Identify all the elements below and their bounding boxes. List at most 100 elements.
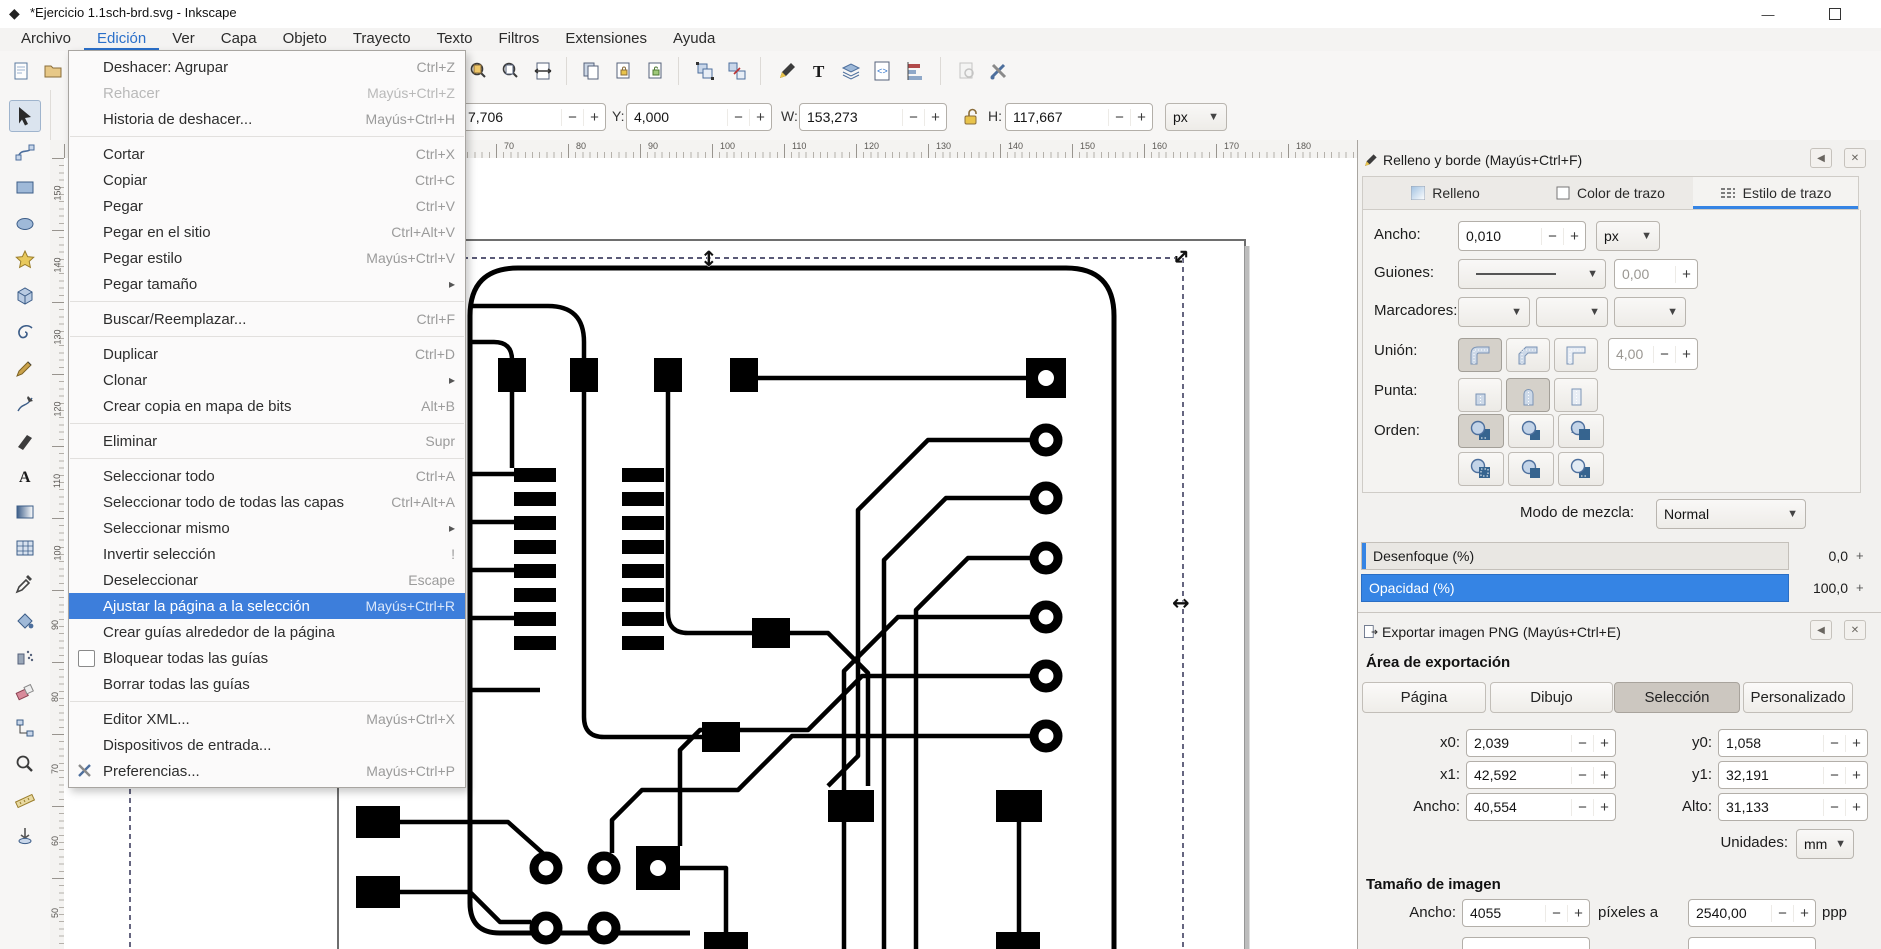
dpi-value[interactable]: 2540,00 [1689, 905, 1771, 921]
blend-mode-dropdown[interactable]: Normal▼ [1656, 499, 1806, 529]
increment-button[interactable]: + [1563, 228, 1585, 245]
zoom-drawing-icon[interactable] [464, 57, 494, 85]
menu-item-eliminar[interactable]: EliminarSupr [69, 428, 465, 454]
zoom-page-width-icon[interactable] [528, 57, 558, 85]
export-width-value[interactable]: 40,554 [1467, 799, 1571, 815]
menu-item-crear-guias-pagina[interactable]: Crear guías alrededor de la página [69, 619, 465, 645]
gradient-icon[interactable] [9, 496, 41, 528]
menu-item-deshacer[interactable]: Deshacer: AgruparCtrl+Z [69, 54, 465, 80]
increment-button[interactable]: + [1675, 266, 1697, 283]
decrement-button[interactable]: − [1108, 109, 1130, 126]
dropper-icon[interactable] [9, 568, 41, 600]
units-dropdown[interactable]: px▼ [1165, 103, 1227, 131]
y1-value[interactable]: 32,191 [1719, 767, 1823, 783]
export-tab-seleccion[interactable]: Selección [1614, 682, 1740, 713]
cap-round-button[interactable] [1506, 378, 1550, 412]
join-miter-button[interactable] [1554, 338, 1598, 372]
dock-close-button[interactable]: ✕ [1844, 620, 1866, 640]
menu-item-bloquear-guias[interactable]: Bloquear todas las guías [69, 645, 465, 671]
blur-value[interactable]: 0,0 [1794, 542, 1848, 570]
x0-value[interactable]: 2,039 [1467, 735, 1571, 751]
eraser-icon[interactable] [9, 676, 41, 708]
tab-color-de-trazo[interactable]: Color de trazo [1528, 177, 1693, 209]
tab-estilo-de-trazo[interactable]: Estilo de trazo [1693, 177, 1858, 209]
increment-button[interactable]: + [749, 109, 771, 126]
selector-icon[interactable] [9, 100, 41, 132]
join-bevel-button[interactable] [1506, 338, 1550, 372]
menu-edicion[interactable]: Edición [84, 28, 159, 51]
decrement-button[interactable]: − [1823, 799, 1845, 816]
star-icon[interactable] [9, 244, 41, 276]
x-value[interactable]: 7,706 [461, 109, 561, 125]
fill-stroke-header[interactable]: Relleno y borde (Mayús+Ctrl+F) [1358, 146, 1881, 174]
menu-item-buscar-reemplazar[interactable]: Buscar/Reemplazar...Ctrl+F [69, 306, 465, 332]
increment-button[interactable]: + [1593, 767, 1615, 784]
x1-value[interactable]: 42,592 [1467, 767, 1571, 783]
connector-icon[interactable] [9, 712, 41, 744]
opacity-slider[interactable]: Opacidad (%) [1361, 574, 1789, 602]
menu-item-historia-deshacer[interactable]: Historia de deshacer...Mayús+Ctrl+H [69, 106, 465, 132]
image-width-value[interactable]: 4055 [1463, 905, 1545, 921]
menu-item-pegar[interactable]: PegarCtrl+V [69, 193, 465, 219]
dpi-input[interactable]: 2540,00−+ [1688, 899, 1816, 927]
align-distribute-icon[interactable] [900, 57, 930, 85]
unlink-clone-icon[interactable] [640, 57, 670, 85]
menu-capa[interactable]: Capa [208, 28, 270, 51]
mesh-icon[interactable] [9, 532, 41, 564]
checkbox[interactable] [78, 650, 95, 667]
h-value[interactable]: 117,667 [1006, 109, 1108, 125]
order-mfs-button[interactable] [1458, 452, 1504, 486]
image-height-input-partial[interactable] [1462, 937, 1590, 949]
increment-button[interactable]: + [1856, 574, 1864, 602]
preferences-icon[interactable] [984, 57, 1014, 85]
tab-relleno[interactable]: Relleno [1363, 177, 1528, 209]
menu-item-editor-xml[interactable]: Editor XML...Mayús+Ctrl+X [69, 706, 465, 732]
decrement-button[interactable]: − [1571, 767, 1593, 784]
order-fsm-button[interactable] [1458, 414, 1504, 448]
decrement-button[interactable]: − [1541, 228, 1563, 245]
y0-input[interactable]: 1,058−+ [1718, 729, 1868, 757]
join-round-button[interactable] [1458, 338, 1502, 372]
spiral-icon[interactable] [9, 316, 41, 348]
maximize-button[interactable] [1812, 0, 1858, 28]
miter-limit-input[interactable]: 4,00−+ [1608, 338, 1698, 370]
pencil-icon[interactable] [9, 352, 41, 384]
new-document-icon[interactable] [6, 57, 36, 85]
increment-button[interactable]: + [1856, 542, 1864, 570]
tweak-icon[interactable] [9, 820, 41, 852]
export-height-value[interactable]: 31,133 [1719, 799, 1823, 815]
xml-editor-icon[interactable]: <> [868, 57, 898, 85]
dock-collapse-button[interactable]: ◀ [1810, 148, 1832, 168]
x0-input[interactable]: 2,039−+ [1466, 729, 1616, 757]
increment-button[interactable]: + [1845, 767, 1867, 784]
opacity-value[interactable]: 100,0 [1788, 574, 1848, 602]
stroke-width-value[interactable]: 0,010 [1459, 228, 1541, 244]
menu-texto[interactable]: Texto [424, 28, 486, 51]
order-fms-button[interactable] [1558, 414, 1604, 448]
increment-button[interactable]: + [1130, 109, 1152, 126]
marker-mid-dropdown[interactable]: ▼ [1536, 297, 1608, 327]
menu-item-cortar[interactable]: CortarCtrl+X [69, 141, 465, 167]
y-input[interactable]: 4,000−+ [626, 103, 772, 131]
paint-bucket-icon[interactable] [9, 604, 41, 636]
menu-ver[interactable]: Ver [159, 28, 208, 51]
y1-input[interactable]: 32,191−+ [1718, 761, 1868, 789]
dock-close-button[interactable]: ✕ [1844, 148, 1866, 168]
y0-value[interactable]: 1,058 [1719, 735, 1823, 751]
ellipse-icon[interactable] [9, 208, 41, 240]
menu-item-invertir-seleccion[interactable]: Invertir selección! [69, 541, 465, 567]
export-units-dropdown[interactable]: mm▼ [1796, 829, 1854, 859]
export-tab-dibujo[interactable]: Dibujo [1490, 682, 1613, 713]
order-sfm-button[interactable] [1508, 452, 1554, 486]
open-lock-icon[interactable] [962, 107, 980, 127]
menu-item-clonar[interactable]: Clonar▸ [69, 367, 465, 393]
clone-icon[interactable] [608, 57, 638, 85]
w-value[interactable]: 153,273 [800, 109, 902, 125]
export-tab-personalizado[interactable]: Personalizado [1743, 682, 1853, 713]
dash-pattern-dropdown[interactable]: ▼ [1458, 259, 1606, 289]
decrement-button[interactable]: − [1823, 735, 1845, 752]
menu-archivo[interactable]: Archivo [8, 28, 84, 51]
document-properties-icon[interactable] [952, 57, 982, 85]
decrement-button[interactable]: − [1571, 735, 1593, 752]
miter-limit-value[interactable]: 4,00 [1609, 346, 1653, 362]
